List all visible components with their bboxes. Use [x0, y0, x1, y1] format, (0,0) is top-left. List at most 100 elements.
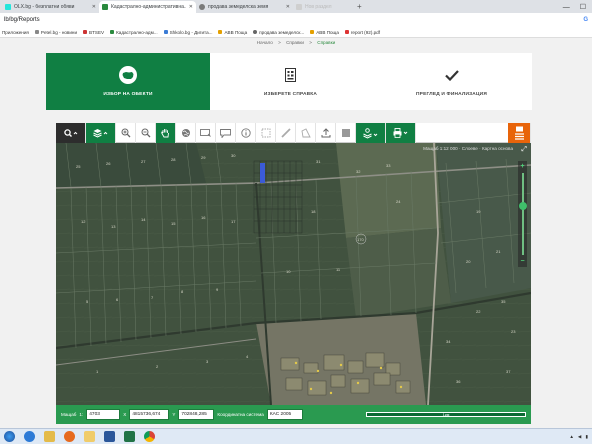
info-tool-button[interactable]: [236, 123, 256, 143]
bookmark-favicon-icon: [253, 30, 258, 34]
bookmark-label: продава земеделск...: [259, 29, 305, 35]
print-button[interactable]: [386, 123, 416, 143]
bookmark-item[interactable]: продава земеделск...: [253, 30, 304, 35]
search-tool-button[interactable]: [56, 123, 86, 143]
y-coordinate-input[interactable]: [178, 409, 215, 420]
svg-text:36: 36: [456, 379, 461, 384]
window-controls: — ☐: [563, 1, 592, 13]
menu-button[interactable]: [508, 123, 531, 143]
minimize-icon[interactable]: —: [563, 4, 570, 11]
zoom-in-button[interactable]: +: [520, 163, 524, 170]
ie-icon[interactable]: [24, 431, 35, 442]
new-tab-button[interactable]: +: [353, 1, 366, 13]
measure-distance-button[interactable]: [276, 123, 296, 143]
start-icon[interactable]: [4, 431, 15, 442]
breadcrumb-current: Справки: [317, 40, 336, 45]
select-rectangle-button[interactable]: [196, 123, 216, 143]
svg-text:16: 16: [201, 215, 206, 220]
svg-text:25: 25: [76, 164, 81, 169]
bookmark-item[interactable]: BTSEV: [83, 30, 104, 35]
svg-text:14: 14: [141, 217, 146, 222]
svg-text:29: 29: [201, 155, 206, 160]
polygon-icon: [301, 128, 311, 138]
firefox-icon[interactable]: [64, 431, 75, 442]
svg-text:33: 33: [386, 163, 391, 168]
google-icon[interactable]: G: [583, 17, 588, 23]
bookmark-item[interactable]: Кадастрално-адм...: [110, 30, 158, 35]
zoom-slider[interactable]: + −: [518, 161, 527, 267]
browser-tab-cadastre[interactable]: Кадастрално-административна... ✕: [99, 1, 196, 13]
browser-tab-olx[interactable]: OLX.bg - безплатни обяви ✕: [2, 1, 99, 13]
browser-tab-bar: OLX.bg - безплатни обяви ✕ Кадастрално-а…: [0, 0, 592, 13]
comment-tool-button[interactable]: [216, 123, 236, 143]
close-tab-icon[interactable]: ✕: [92, 4, 96, 10]
bulgaria-map-icon: [119, 66, 137, 84]
excel-icon[interactable]: [124, 431, 135, 442]
map-toolbar: [56, 123, 531, 143]
close-tab-icon[interactable]: ✕: [286, 4, 290, 10]
wizard-steps: ИЗБОР НА ОБЕКТИ ИЗБЕРЕТЕ СПРАВКА ПРЕГЛЕД…: [46, 53, 532, 110]
x-coordinate-input[interactable]: [129, 409, 170, 420]
bookmark-favicon-icon: [163, 30, 168, 34]
breadcrumb-section[interactable]: Справки: [286, 40, 304, 45]
upload-button[interactable]: [316, 123, 336, 143]
scale-input[interactable]: [86, 409, 121, 420]
zoom-knob[interactable]: [518, 201, 527, 210]
bookmark-item[interactable]: ABB Поща: [310, 30, 339, 35]
zoom-out-button[interactable]: −: [520, 258, 524, 265]
svg-text:15: 15: [171, 221, 176, 226]
breadcrumb-home[interactable]: Начало: [257, 40, 273, 45]
tray-arrow-icon[interactable]: ▲: [569, 434, 574, 439]
file-explorer-icon[interactable]: [44, 431, 55, 442]
step-review-finalize[interactable]: ПРЕГЛЕД И ФИНАЛИЗАЦИЯ: [371, 53, 532, 110]
bookmarks-bar: Приложения Petel.bg - новини BTSEV Кадас…: [0, 27, 592, 38]
olx-favicon-icon: [5, 4, 11, 10]
measure-area-button[interactable]: [256, 123, 276, 143]
clear-button[interactable]: [336, 123, 356, 143]
url-text[interactable]: lb/bg/Reports: [4, 17, 40, 23]
bookmark-item[interactable]: Shkolo.bg - Дигита...: [163, 30, 212, 35]
bookmark-label: Кадастрално-адм...: [116, 29, 158, 35]
zoom-in-tool-button[interactable]: [116, 123, 136, 143]
bookmark-item[interactable]: report (92).pdf: [344, 29, 381, 35]
cadastral-map[interactable]: 25 26 27 28 29 30 31 32 33 12 13 14 15 16 17 18 24 56…: [56, 143, 531, 405]
location-layers-button[interactable]: [356, 123, 386, 143]
chrome-icon[interactable]: [144, 431, 155, 442]
tab-title: OLX.bg - безплатни обяви: [14, 4, 75, 10]
folder-icon[interactable]: [84, 431, 95, 442]
bookmark-label: BTSEV: [89, 29, 105, 35]
bookmark-item[interactable]: Приложения: [2, 30, 29, 35]
svg-text:24: 24: [396, 199, 401, 204]
globe-tool-button[interactable]: [176, 123, 196, 143]
polygon-tool-button[interactable]: [296, 123, 316, 143]
close-tab-icon[interactable]: ✕: [189, 4, 193, 10]
fullscreen-icon[interactable]: ⤢: [521, 146, 527, 154]
tab-title: Кадастрално-административна...: [111, 4, 186, 10]
browser-tab-search[interactable]: продава земеделска земя ✕: [196, 1, 293, 13]
volume-icon[interactable]: ◀: [578, 434, 582, 440]
network-icon[interactable]: ▮: [585, 434, 588, 440]
maximize-icon[interactable]: ☐: [580, 3, 586, 11]
svg-text:19: 19: [476, 209, 481, 214]
word-icon[interactable]: [104, 431, 115, 442]
check-icon: [443, 66, 461, 84]
bookmark-item[interactable]: Petel.bg - новини: [34, 30, 77, 35]
zoom-track[interactable]: [518, 173, 527, 255]
svg-text:21: 21: [496, 249, 501, 254]
search-icon: [63, 128, 77, 137]
zoom-out-tool-button[interactable]: [136, 123, 156, 143]
layers-button[interactable]: [86, 123, 116, 143]
browser-tab-new[interactable]: Нов раздел: [293, 1, 353, 13]
svg-text:26: 26: [106, 161, 111, 166]
print-icon: [393, 128, 407, 138]
step-label: ИЗБЕРЕТЕ СПРАВКА: [263, 91, 318, 97]
bookmark-label: report (92).pdf: [350, 29, 381, 35]
breadcrumb-separator: >: [309, 40, 312, 45]
pan-tool-button[interactable]: [156, 123, 176, 143]
step-select-objects[interactable]: ИЗБОР НА ОБЕКТИ: [46, 53, 210, 110]
bookmark-label: ABB Поща: [316, 29, 339, 35]
coordinate-system-select[interactable]: [266, 409, 303, 420]
bookmark-item[interactable]: ABB Поща: [218, 30, 247, 35]
step-choose-report[interactable]: ИЗБЕРЕТЕ СПРАВКА: [210, 53, 371, 110]
address-bar[interactable]: lb/bg/Reports G: [0, 13, 592, 27]
